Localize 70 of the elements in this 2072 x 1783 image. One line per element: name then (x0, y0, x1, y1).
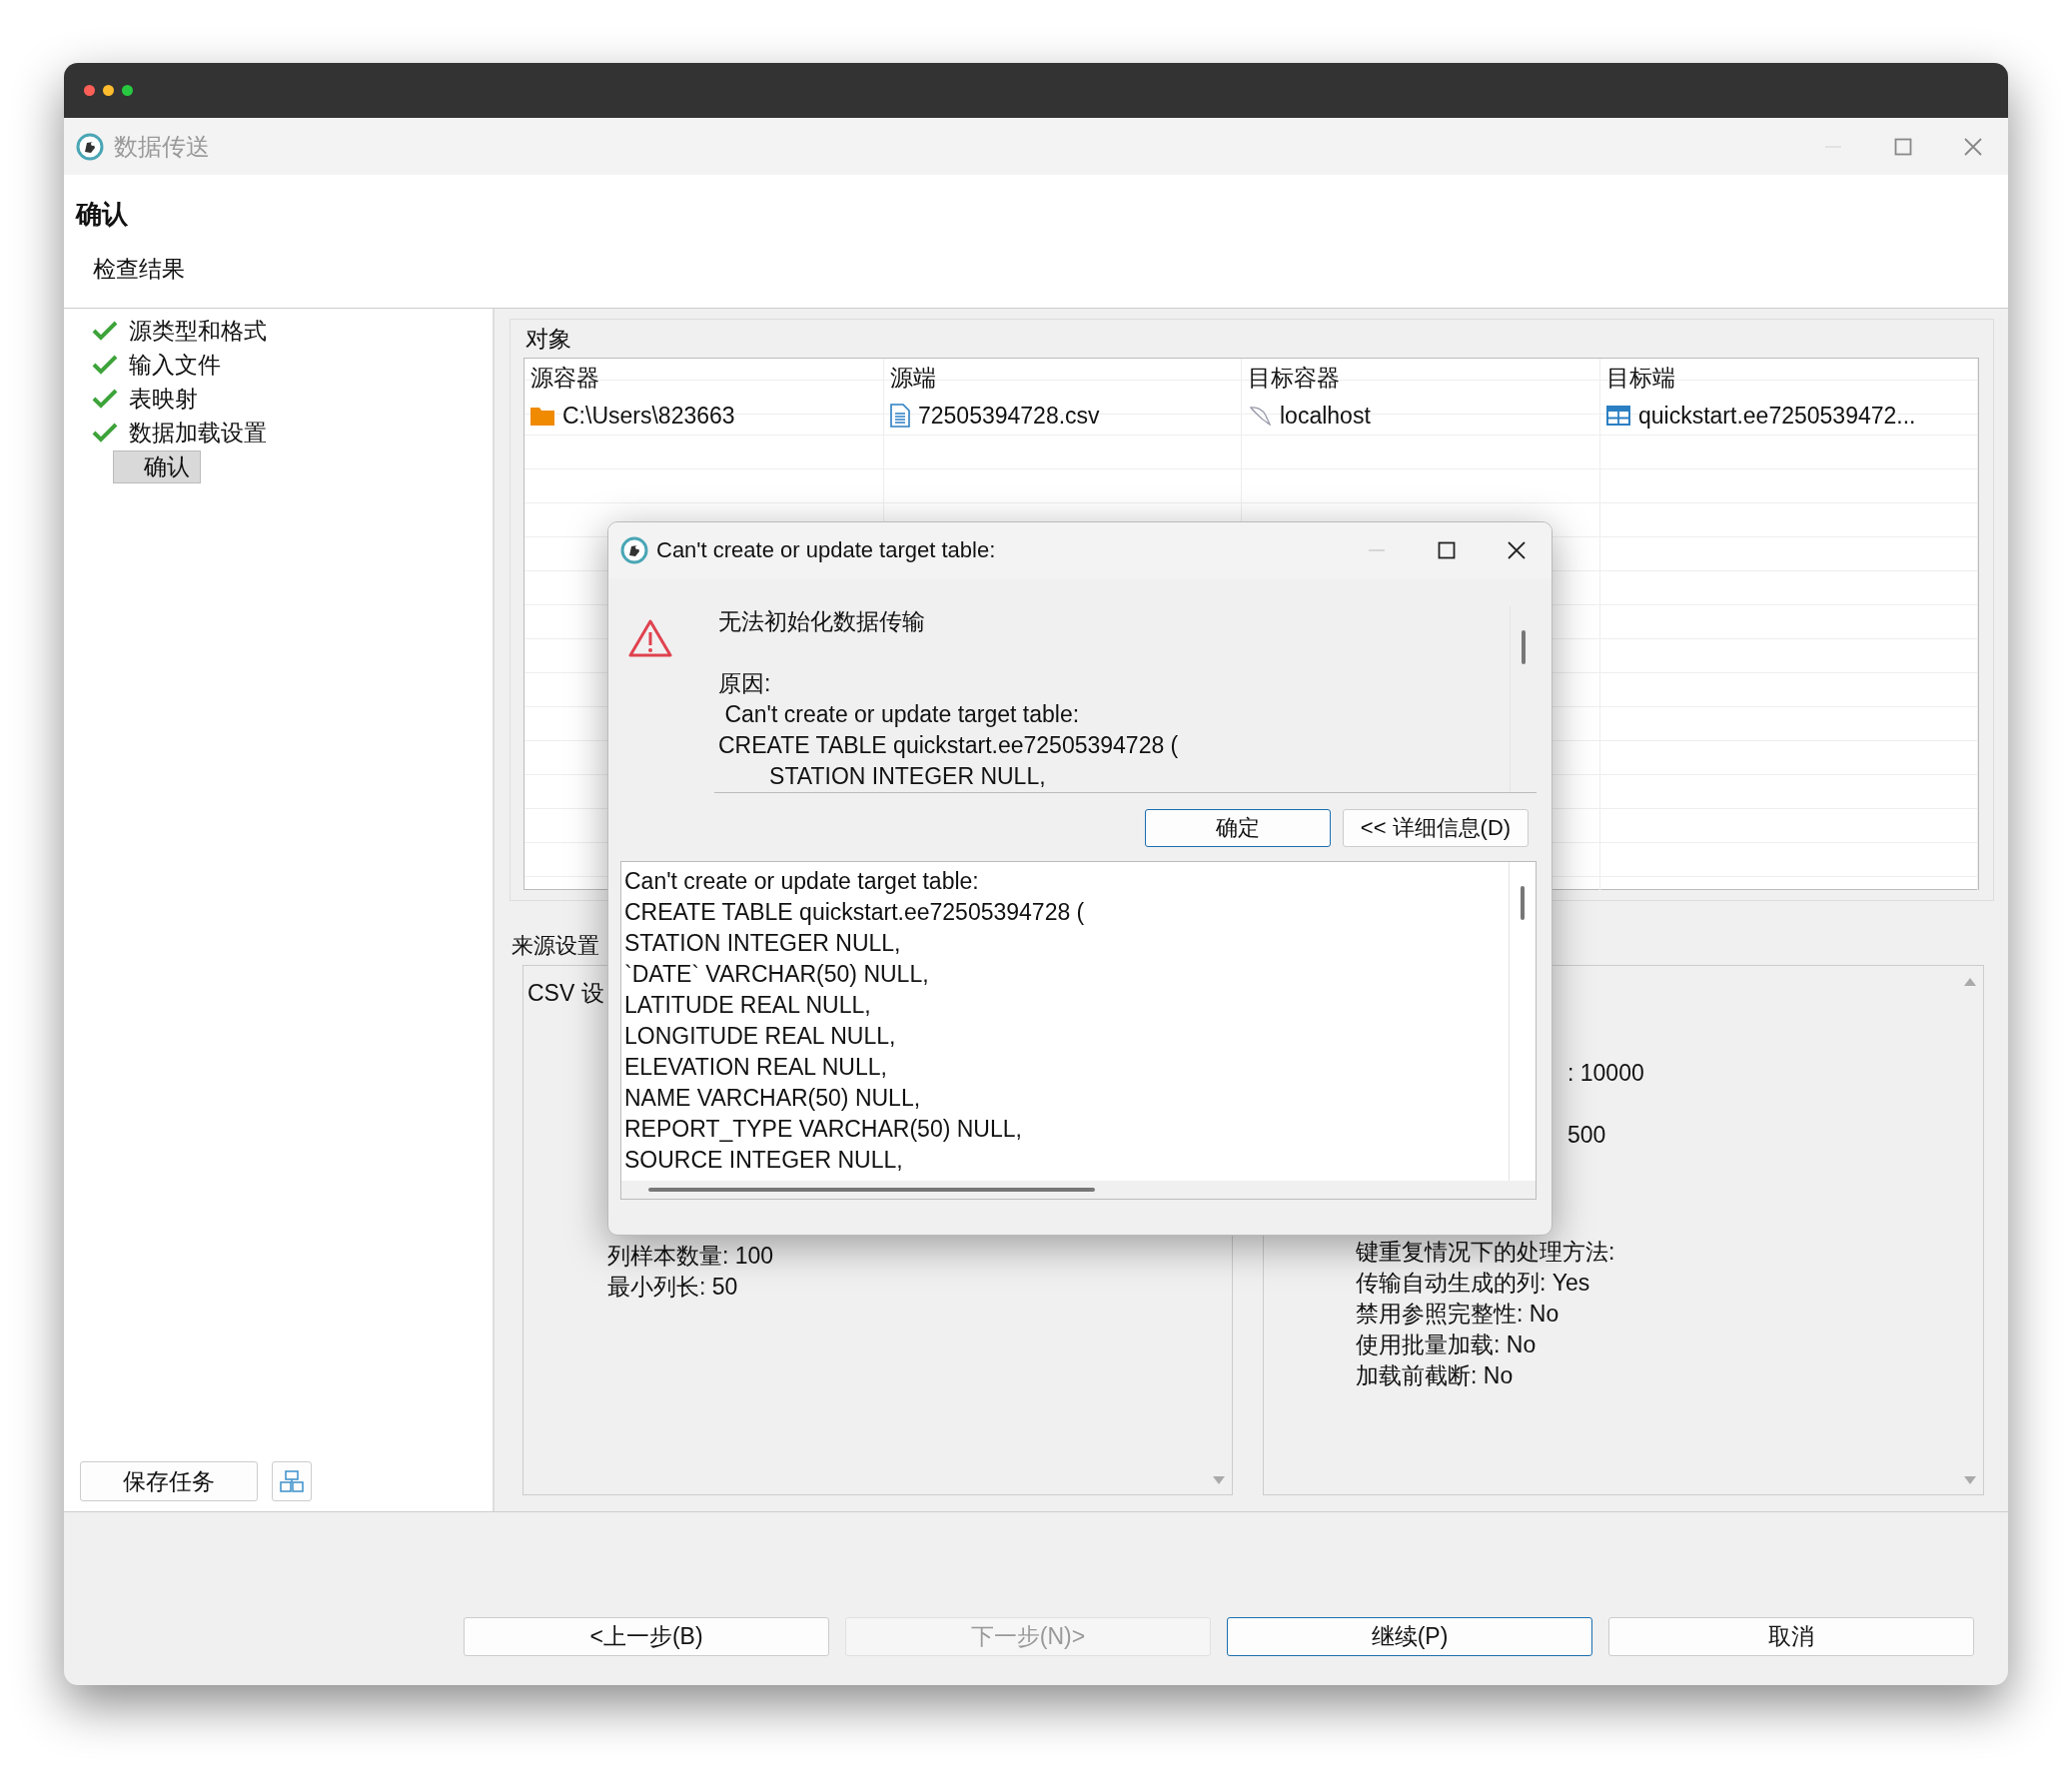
table-cell: localhost (1280, 402, 1371, 430)
message-text: STATION INTEGER NULL, (768, 762, 1046, 791)
message-text: CREATE TABLE quickstart.ee72505394728 ( (718, 731, 1179, 760)
details-line: CREATE TABLE quickstart.ee72505394728 ( (624, 898, 1085, 927)
setting-text: 加载前截断: No (1356, 1361, 1514, 1390)
group-label: 对象 (524, 324, 572, 354)
column-header[interactable]: 目标端 (1600, 359, 1978, 397)
section-label: 来源设置 (511, 932, 599, 960)
table-cell: 72505394728.csv (918, 402, 1100, 430)
setting-text: 传输自动生成的列: Yes (1356, 1269, 1590, 1298)
dialog-button[interactable]: 确定 (1145, 809, 1331, 847)
setting-text: 禁用参照完整性: No (1356, 1300, 1559, 1329)
scroll-up-icon[interactable] (1964, 978, 1976, 986)
message-text: 原因: (718, 669, 771, 698)
folder-icon (530, 406, 554, 426)
panel-label: CSV 设 (527, 979, 604, 1008)
warning-icon (628, 618, 672, 658)
details-line: `DATE` VARCHAR(50) NULL, (624, 960, 929, 989)
close-icon[interactable] (1507, 540, 1527, 560)
details-line: NAME VARCHAR(50) NULL, (624, 1084, 921, 1113)
maximize-icon[interactable] (1437, 540, 1457, 560)
document-icon (890, 404, 910, 428)
message-text: Can't create or update target table: (723, 700, 1080, 729)
window-title: 数据传送 (114, 131, 211, 162)
details-line: SOURCE INTEGER NULL, (624, 1146, 903, 1175)
message-heading: 无法初始化数据传输 (718, 607, 925, 636)
wizard-step[interactable]: 数据加载设置 (125, 417, 271, 448)
traffic-light[interactable] (103, 85, 114, 96)
setting-text: 键重复情况下的处理方法: (1356, 1238, 1615, 1267)
details-text-area[interactable] (620, 861, 1537, 1200)
boxes-icon (280, 1470, 304, 1492)
dialog-button[interactable]: << 详细信息(D) (1343, 809, 1529, 847)
details-line: STATION INTEGER NULL, (624, 929, 901, 958)
details-line: LATITUDE REAL NULL, (624, 991, 871, 1020)
setting-text: : 10000 (1567, 1059, 1644, 1088)
wizard-step[interactable]: 表映射 (125, 383, 202, 415)
wizard-button[interactable]: <上一步(B) (464, 1617, 829, 1656)
details-line: LONGITUDE REAL NULL, (624, 1022, 896, 1051)
scrollbar-thumb[interactable] (648, 1188, 1095, 1192)
setting-text: 最小列长: 50 (607, 1273, 738, 1302)
traffic-light[interactable] (84, 85, 95, 96)
column-header[interactable]: 源容器 (524, 359, 884, 397)
export-button[interactable] (272, 1461, 312, 1501)
scroll-down-icon[interactable] (1213, 1476, 1225, 1484)
app-icon (620, 536, 648, 564)
wizard-step[interactable]: 源类型和格式 (125, 315, 271, 347)
setting-text: 500 (1567, 1121, 1606, 1150)
column-header[interactable]: 目标容器 (1242, 359, 1600, 397)
page-title: 确认 (76, 198, 129, 231)
table-cell: C:\Users\823663 (562, 402, 735, 430)
page-subtitle: 检查结果 (93, 255, 186, 284)
wizard-button[interactable]: 继续(P) (1227, 1617, 1592, 1656)
details-line: ELEVATION REAL NULL, (624, 1053, 887, 1082)
column-header[interactable]: 源端 (884, 359, 1242, 397)
scrollbar-thumb[interactable] (1522, 630, 1526, 664)
app-icon (76, 132, 104, 161)
traffic-light[interactable] (122, 85, 133, 96)
scroll-down-icon[interactable] (1964, 1476, 1976, 1484)
scrollbar-thumb[interactable] (1521, 886, 1525, 920)
wizard-button[interactable]: 取消 (1608, 1617, 1974, 1656)
table-cell: quickstart.ee7250539472... (1638, 402, 1916, 430)
wizard-step[interactable]: 输入文件 (125, 349, 225, 381)
setting-text: 使用批量加载: No (1356, 1331, 1537, 1359)
details-line: REPORT_TYPE VARCHAR(50) NULL, (624, 1115, 1022, 1144)
save-task-button[interactable]: 保存任务 (80, 1461, 258, 1501)
setting-text: 列样本数量: 100 (607, 1242, 774, 1271)
table-icon (1606, 406, 1630, 426)
wizard-step[interactable]: 确认 (113, 449, 201, 483)
details-line: Can't create or update target table: (624, 867, 979, 896)
dialog-title: Can't create or update target table: (656, 537, 997, 563)
